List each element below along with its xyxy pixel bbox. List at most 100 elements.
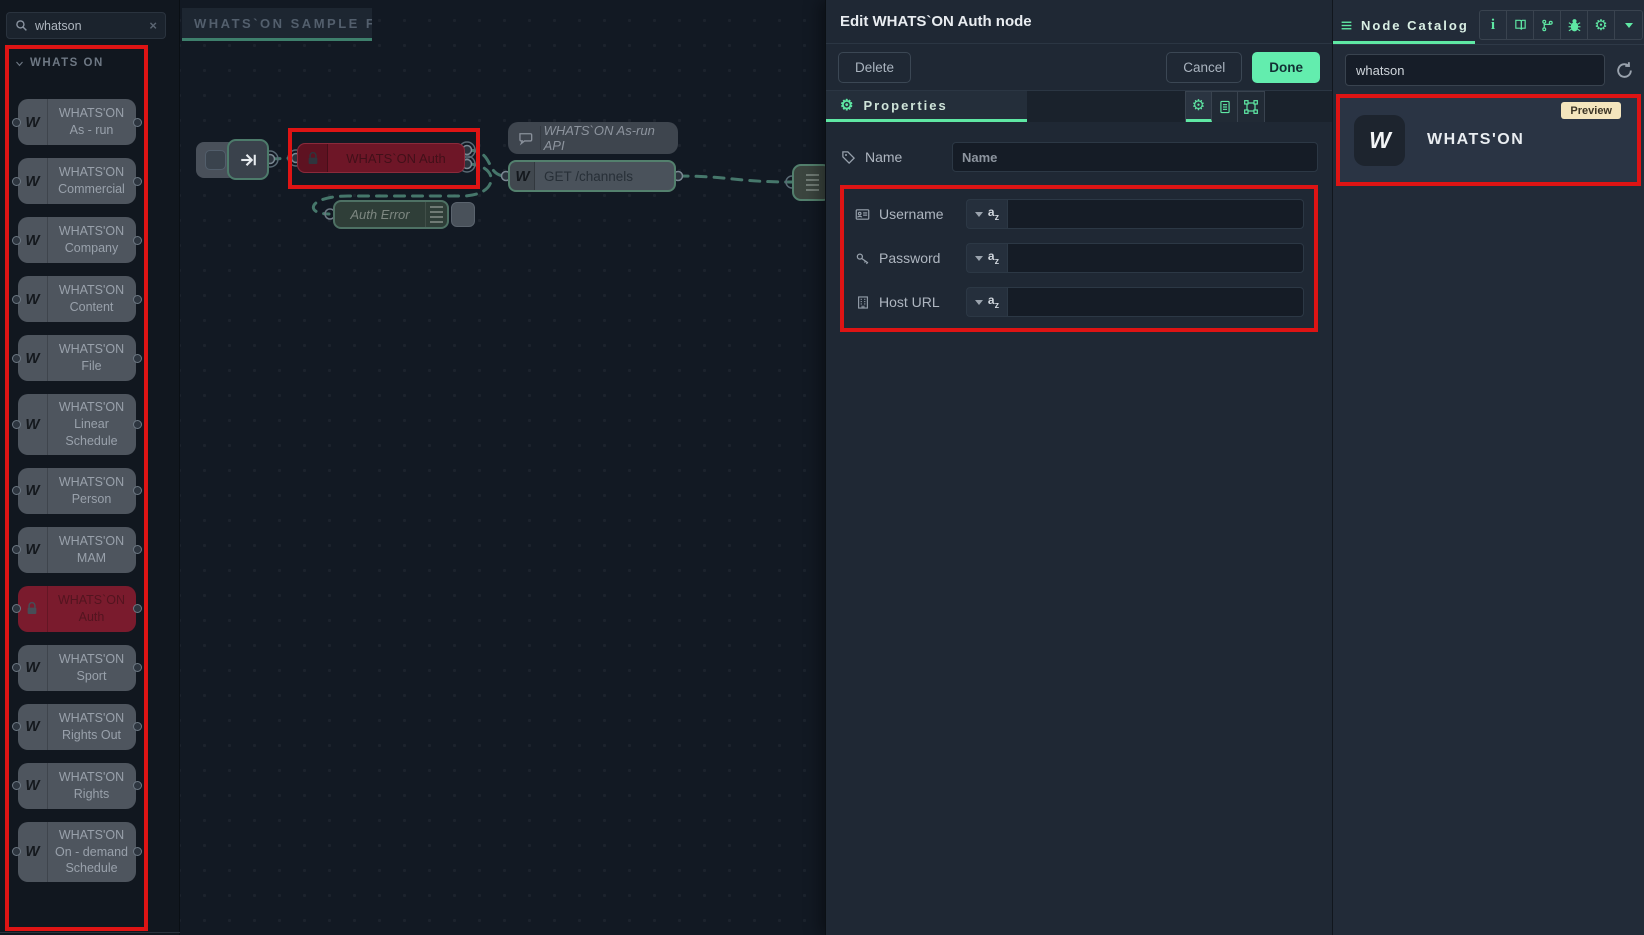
catalog-result-card[interactable]: W WHATS'ON Preview	[1340, 98, 1637, 182]
debug-toggle-button[interactable]	[451, 202, 475, 227]
flow-tab[interactable]: WHATS`ON SAMPLE FI	[182, 8, 372, 41]
whatson-logo-icon: W	[25, 777, 38, 794]
delete-button[interactable]: Delete	[838, 52, 911, 83]
node-output-port[interactable]	[133, 545, 142, 554]
node-input-port[interactable]	[12, 663, 21, 672]
palette-node[interactable]: W WHATS'ON On - demand Schedule	[18, 822, 136, 883]
lock-icon	[25, 601, 39, 616]
palette-node[interactable]: W WHATS'ON Rights Out	[18, 704, 136, 750]
node-output-port[interactable]	[133, 847, 142, 856]
node-input-port[interactable]	[12, 118, 21, 127]
tab-description-icon[interactable]	[1212, 92, 1238, 122]
username-field-row: Username az	[850, 198, 1308, 230]
palette-node[interactable]: W WHATS'ON Commercial	[18, 158, 136, 204]
node-icon-cell: W	[18, 645, 48, 691]
tab-info[interactable]: i	[1480, 11, 1507, 39]
palette-search-box[interactable]: ×	[6, 12, 166, 39]
node-input-port[interactable]	[12, 236, 21, 245]
tab-properties[interactable]: ⚙ Properties	[826, 91, 1027, 122]
name-field-row: Name	[840, 141, 1318, 173]
node-output-port[interactable]	[133, 177, 142, 186]
palette-node[interactable]: W WHATS'ON MAM	[18, 527, 136, 573]
whatson-logo-icon: W	[1369, 127, 1390, 154]
tab-help[interactable]	[1507, 11, 1534, 39]
hosturl-input[interactable]	[1007, 287, 1304, 317]
palette-node[interactable]: W WHATS'ON Company	[18, 217, 136, 263]
preview-badge: Preview	[1561, 102, 1621, 119]
hosturl-type-select[interactable]: az	[966, 287, 1007, 317]
node-output-port[interactable]	[133, 295, 142, 304]
whatson-logo-icon: W	[25, 173, 38, 190]
node-input-port[interactable]	[12, 847, 21, 856]
node-output-port[interactable]	[133, 604, 142, 613]
tab-node-catalog[interactable]: Node Catalog	[1333, 10, 1475, 44]
node-output-port[interactable]	[133, 354, 142, 363]
node-input-port[interactable]	[12, 177, 21, 186]
node-input-port[interactable]	[12, 781, 21, 790]
node-output-port[interactable]	[133, 118, 142, 127]
palette-node[interactable]: W WHATS'ON Content	[18, 276, 136, 322]
node-icon-cell: W	[18, 217, 48, 263]
caret-down-icon	[1625, 23, 1633, 28]
tab-debug[interactable]	[1561, 11, 1588, 39]
flow-wires	[180, 0, 825, 935]
palette-node[interactable]: W WHATS`ON Auth	[18, 586, 136, 632]
tab-properties-icon[interactable]: ⚙	[1186, 92, 1212, 122]
get-channels-node[interactable]: W GET /channels	[508, 160, 676, 192]
username-type-select[interactable]: az	[966, 199, 1007, 229]
clipped-debug-node[interactable]	[792, 164, 825, 201]
key-icon	[854, 251, 871, 266]
node-input-port[interactable]	[12, 486, 21, 495]
node-output-port[interactable]	[133, 420, 142, 429]
cancel-button[interactable]: Cancel	[1166, 52, 1242, 83]
hamburger-icon	[430, 206, 443, 223]
username-input[interactable]	[1007, 199, 1304, 229]
whatson-auth-node[interactable]: WHATS`ON Auth	[297, 143, 465, 173]
clear-search-icon[interactable]: ×	[149, 18, 157, 33]
node-output-port[interactable]	[133, 663, 142, 672]
palette-node[interactable]: W WHATS'ON Linear Schedule	[18, 394, 136, 455]
password-type-select[interactable]: az	[966, 243, 1007, 273]
node-input-port[interactable]	[12, 604, 21, 613]
palette-node-label: WHATS'ON Linear Schedule	[48, 394, 136, 455]
palette-node[interactable]: W WHATS'ON As - run	[18, 99, 136, 145]
palette-node[interactable]: W WHATS'ON File	[18, 335, 136, 381]
tab-projects[interactable]	[1534, 11, 1561, 39]
node-input-port[interactable]	[12, 722, 21, 731]
auth-error-node[interactable]: Auth Error	[333, 200, 449, 229]
caret-down-icon	[975, 256, 983, 261]
refresh-icon[interactable]	[1615, 61, 1634, 80]
palette-category-header[interactable]: WHATS ON	[9, 49, 144, 69]
password-input[interactable]	[1007, 243, 1304, 273]
link-in-node[interactable]	[227, 139, 269, 180]
node-output-port[interactable]	[133, 486, 142, 495]
node-input-port[interactable]	[12, 354, 21, 363]
building-icon	[854, 295, 871, 310]
palette-footer-divider	[0, 932, 180, 933]
node-input-port[interactable]	[12, 295, 21, 304]
string-type-icon: az	[988, 206, 999, 222]
done-button[interactable]: Done	[1252, 52, 1320, 83]
auth-error-label: Auth Error	[335, 207, 425, 222]
palette-node[interactable]: W WHATS'ON Rights	[18, 763, 136, 809]
node-output-port[interactable]	[133, 722, 142, 731]
whatson-logo-badge: W	[1354, 115, 1405, 166]
node-input-port[interactable]	[12, 420, 21, 429]
whatson-logo-icon: W	[25, 114, 38, 131]
flow-canvas[interactable]: WHATS`ON SAMPLE FI	[180, 0, 825, 935]
hosturl-field-label: Host URL	[879, 294, 940, 310]
tab-config[interactable]: ⚙	[1588, 11, 1615, 39]
node-output-port[interactable]	[133, 236, 142, 245]
node-input-port[interactable]	[12, 545, 21, 554]
catalog-search-input[interactable]	[1345, 54, 1605, 86]
sidebar-menu-button[interactable]	[1615, 11, 1642, 39]
palette-search-input[interactable]	[35, 19, 142, 33]
tab-appearance-icon[interactable]	[1238, 92, 1264, 122]
comment-node[interactable]: WHATS`ON As-run API	[508, 122, 678, 154]
palette-node[interactable]: W WHATS'ON Sport	[18, 645, 136, 691]
node-output-port[interactable]	[133, 781, 142, 790]
palette-node-label: WHATS'ON MAM	[48, 527, 136, 573]
palette-node[interactable]: W WHATS'ON Person	[18, 468, 136, 514]
name-input[interactable]	[952, 142, 1318, 172]
gear-icon: ⚙	[1192, 98, 1205, 113]
